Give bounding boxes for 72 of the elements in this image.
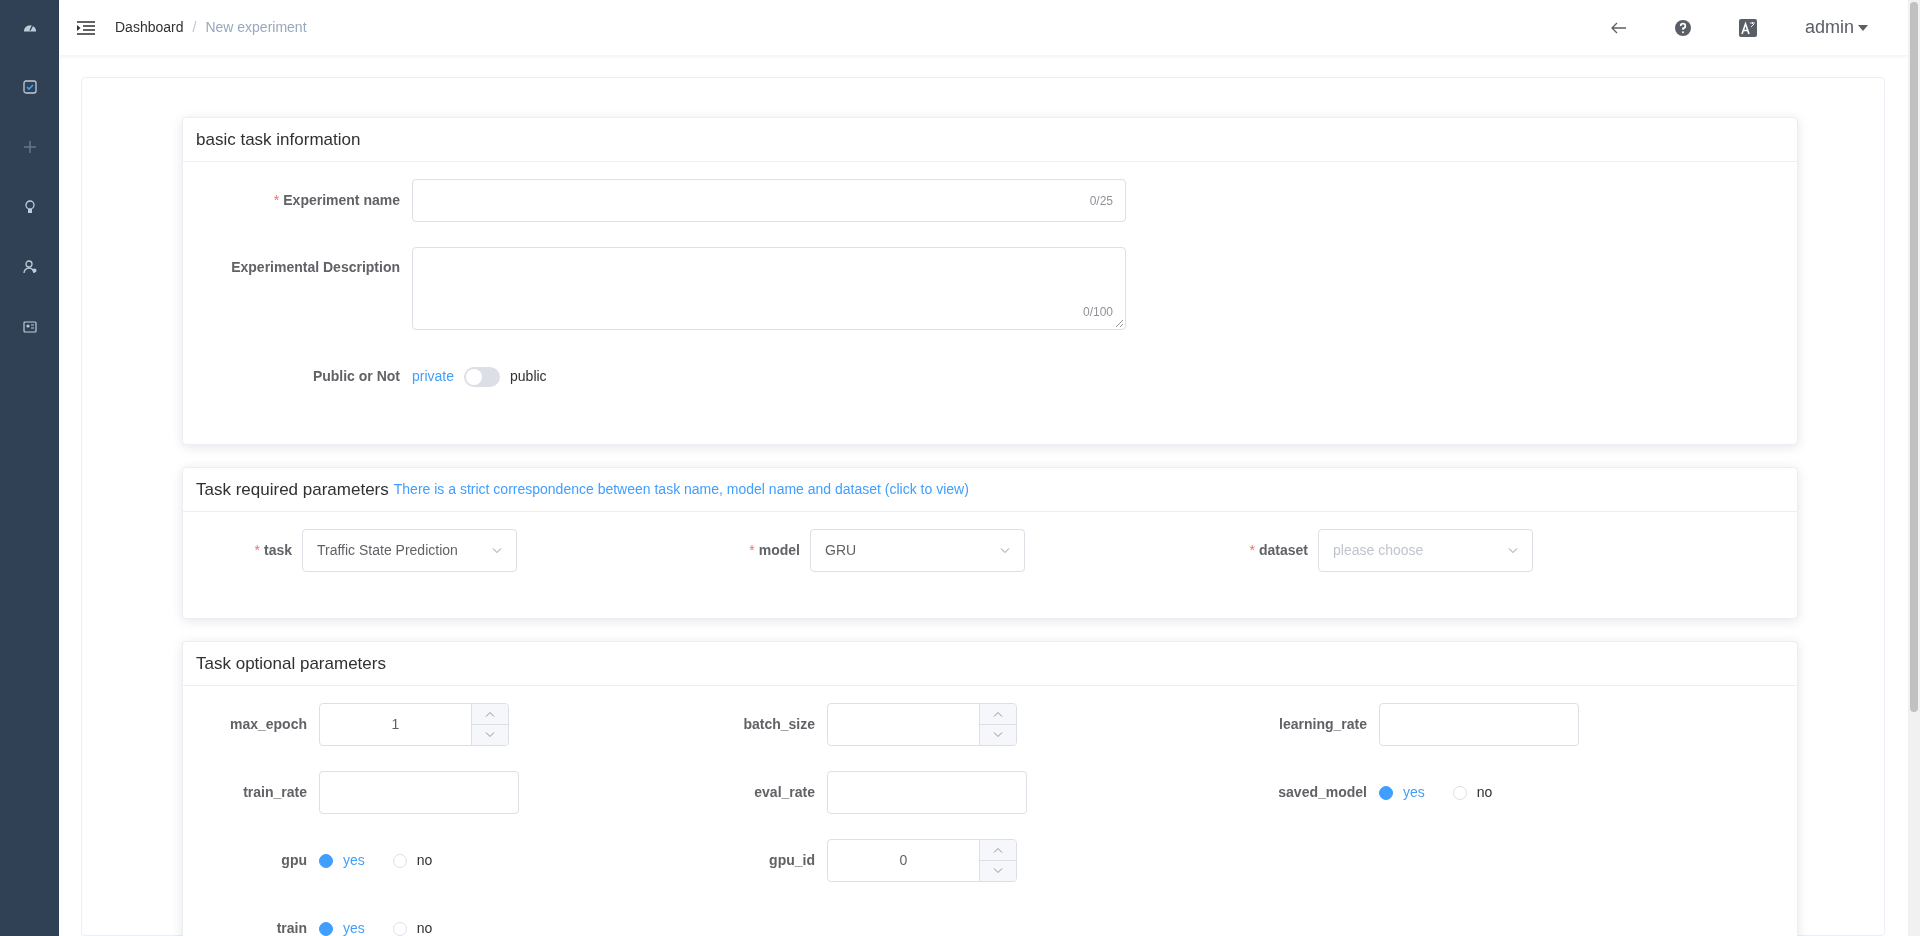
section-title: Task required parameters (196, 478, 389, 501)
field-label: model (758, 542, 800, 558)
resize-handle-icon[interactable] (1116, 320, 1123, 327)
field-label: Experiment name (283, 192, 400, 208)
toggle-switch[interactable] (464, 366, 501, 387)
field-label: train (276, 920, 307, 936)
text-input[interactable] (1379, 703, 1579, 746)
select-dropdown[interactable]: GRU (810, 529, 1025, 572)
breadcrumb-separator: / (192, 18, 197, 37)
chevron-down-icon (492, 547, 502, 554)
menu-icon[interactable] (77, 20, 95, 35)
scrollbar[interactable] (1908, 0, 1920, 936)
plus-icon[interactable] (22, 140, 37, 154)
character-counter: 0/25 (1089, 192, 1113, 210)
increment-icon[interactable] (993, 847, 1003, 853)
chevron-down-icon (1000, 547, 1010, 554)
field-label: gpu (281, 852, 307, 868)
number-input[interactable]: 0 (827, 839, 1017, 882)
field-label: learning_rate (1279, 716, 1367, 732)
field-label: train_rate (243, 784, 307, 800)
field-label: dataset (1258, 542, 1308, 558)
field-label: saved_model (1278, 784, 1367, 800)
breadcrumb-current: New experiment (205, 18, 307, 37)
required-mark: * (254, 542, 260, 558)
required-mark: * (1249, 542, 1255, 558)
increment-icon[interactable] (485, 711, 495, 717)
radio-label[interactable]: no (416, 850, 433, 871)
section-title: basic task information (196, 128, 361, 151)
radio-button[interactable] (1379, 785, 1393, 800)
required-mark: * (273, 192, 280, 208)
id-card-icon[interactable] (22, 320, 37, 334)
switch-on-label[interactable]: public (510, 366, 547, 387)
text-input[interactable]: 0/25 (412, 179, 1126, 222)
section-title: Task optional parameters (196, 652, 386, 675)
user-menu[interactable]: admin (1804, 14, 1854, 41)
field-label: gpu_id (769, 852, 815, 868)
field-label: batch_size (743, 716, 815, 732)
field-label: task (263, 542, 292, 558)
field-label: Experimental Description (231, 259, 400, 275)
chevron-down-icon (1508, 547, 1518, 554)
number-input[interactable]: 1 (319, 703, 509, 746)
radio-button[interactable] (319, 853, 333, 868)
lightbulb-icon[interactable] (22, 200, 37, 214)
number-value: 1 (390, 715, 401, 734)
caret-icon[interactable] (1858, 24, 1868, 31)
textarea-input[interactable]: 0/100 (412, 247, 1126, 330)
decrement-icon[interactable] (485, 732, 495, 738)
field-label: Public or Not (312, 368, 400, 384)
decrement-icon[interactable] (993, 868, 1003, 874)
breadcrumb-link[interactable]: Dashboard (115, 17, 184, 38)
radio-label[interactable]: no (1476, 782, 1493, 803)
number-value: 0 (898, 851, 909, 870)
back-icon[interactable] (1610, 21, 1627, 34)
required-mark: * (749, 542, 755, 558)
user-icon[interactable] (22, 260, 37, 274)
select-value: Traffic State Prediction (317, 541, 458, 560)
translate-icon[interactable] (1738, 18, 1757, 37)
help-icon[interactable] (1674, 19, 1691, 36)
decrement-icon[interactable] (993, 732, 1003, 738)
select-dropdown[interactable]: Traffic State Prediction (302, 529, 517, 572)
character-counter: 0/100 (1082, 304, 1113, 321)
text-input[interactable] (319, 771, 519, 814)
increment-icon[interactable] (993, 711, 1003, 717)
radio-label[interactable]: no (416, 918, 433, 936)
field-label: max_epoch (229, 716, 307, 732)
radio-button[interactable] (319, 921, 333, 936)
select-value: GRU (825, 541, 857, 560)
checkbox-icon[interactable] (22, 80, 37, 94)
text-input[interactable] (827, 771, 1027, 814)
select-placeholder: please choose (1333, 541, 1424, 560)
field-label: eval_rate (754, 784, 815, 800)
number-input[interactable] (827, 703, 1017, 746)
